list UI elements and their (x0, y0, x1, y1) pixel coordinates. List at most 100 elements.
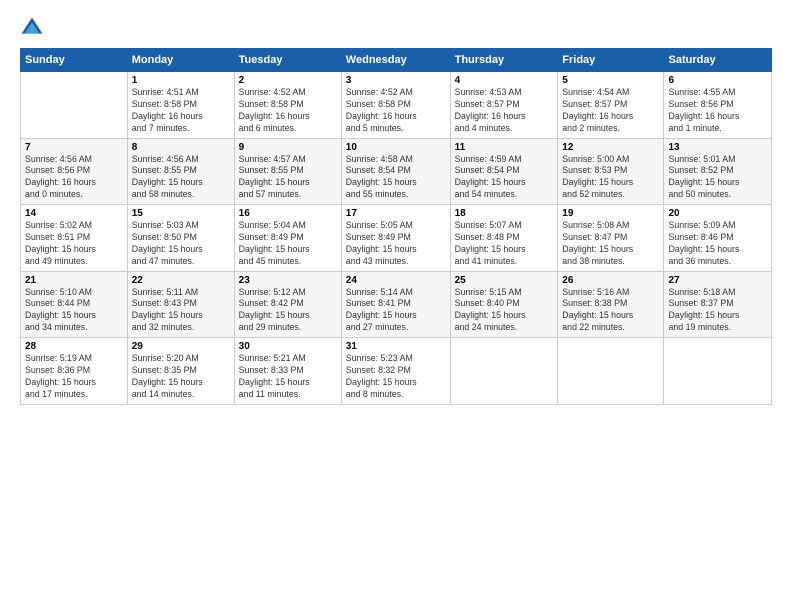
day-number: 21 (25, 275, 123, 286)
header-wednesday: Wednesday (341, 49, 450, 72)
day-number: 20 (668, 208, 767, 219)
day-number: 2 (239, 75, 337, 86)
day-cell: 20Sunrise: 5:09 AM Sunset: 8:46 PM Dayli… (664, 205, 772, 272)
day-info: Sunrise: 5:21 AM Sunset: 8:33 PM Dayligh… (239, 353, 337, 401)
day-number: 4 (455, 75, 554, 86)
day-cell: 12Sunrise: 5:00 AM Sunset: 8:53 PM Dayli… (558, 138, 664, 205)
day-number: 30 (239, 341, 337, 352)
logo-icon (20, 16, 44, 40)
day-info: Sunrise: 4:56 AM Sunset: 8:56 PM Dayligh… (25, 154, 123, 202)
week-row-2: 7Sunrise: 4:56 AM Sunset: 8:56 PM Daylig… (21, 138, 772, 205)
day-number: 5 (562, 75, 659, 86)
header-row: SundayMondayTuesdayWednesdayThursdayFrid… (21, 49, 772, 72)
day-cell: 14Sunrise: 5:02 AM Sunset: 8:51 PM Dayli… (21, 205, 128, 272)
day-number: 22 (132, 275, 230, 286)
day-info: Sunrise: 5:10 AM Sunset: 8:44 PM Dayligh… (25, 287, 123, 335)
day-info: Sunrise: 5:08 AM Sunset: 8:47 PM Dayligh… (562, 220, 659, 268)
day-number: 13 (668, 142, 767, 153)
day-info: Sunrise: 4:54 AM Sunset: 8:57 PM Dayligh… (562, 87, 659, 135)
day-number: 3 (346, 75, 446, 86)
day-cell: 18Sunrise: 5:07 AM Sunset: 8:48 PM Dayli… (450, 205, 558, 272)
header-sunday: Sunday (21, 49, 128, 72)
day-cell (558, 338, 664, 405)
day-info: Sunrise: 4:52 AM Sunset: 8:58 PM Dayligh… (346, 87, 446, 135)
day-info: Sunrise: 4:58 AM Sunset: 8:54 PM Dayligh… (346, 154, 446, 202)
day-cell: 4Sunrise: 4:53 AM Sunset: 8:57 PM Daylig… (450, 72, 558, 139)
week-row-1: 1Sunrise: 4:51 AM Sunset: 8:58 PM Daylig… (21, 72, 772, 139)
day-number: 8 (132, 142, 230, 153)
day-number: 7 (25, 142, 123, 153)
day-info: Sunrise: 4:59 AM Sunset: 8:54 PM Dayligh… (455, 154, 554, 202)
day-number: 10 (346, 142, 446, 153)
header-friday: Friday (558, 49, 664, 72)
day-info: Sunrise: 5:23 AM Sunset: 8:32 PM Dayligh… (346, 353, 446, 401)
day-cell: 2Sunrise: 4:52 AM Sunset: 8:58 PM Daylig… (234, 72, 341, 139)
day-cell (664, 338, 772, 405)
day-cell: 23Sunrise: 5:12 AM Sunset: 8:42 PM Dayli… (234, 271, 341, 338)
day-info: Sunrise: 4:52 AM Sunset: 8:58 PM Dayligh… (239, 87, 337, 135)
day-cell: 28Sunrise: 5:19 AM Sunset: 8:36 PM Dayli… (21, 338, 128, 405)
day-cell: 3Sunrise: 4:52 AM Sunset: 8:58 PM Daylig… (341, 72, 450, 139)
day-number: 6 (668, 75, 767, 86)
day-info: Sunrise: 4:57 AM Sunset: 8:55 PM Dayligh… (239, 154, 337, 202)
day-cell: 1Sunrise: 4:51 AM Sunset: 8:58 PM Daylig… (127, 72, 234, 139)
header-thursday: Thursday (450, 49, 558, 72)
day-number: 26 (562, 275, 659, 286)
week-row-5: 28Sunrise: 5:19 AM Sunset: 8:36 PM Dayli… (21, 338, 772, 405)
day-cell: 15Sunrise: 5:03 AM Sunset: 8:50 PM Dayli… (127, 205, 234, 272)
day-info: Sunrise: 5:11 AM Sunset: 8:43 PM Dayligh… (132, 287, 230, 335)
day-number: 24 (346, 275, 446, 286)
day-number: 14 (25, 208, 123, 219)
day-cell: 7Sunrise: 4:56 AM Sunset: 8:56 PM Daylig… (21, 138, 128, 205)
day-number: 11 (455, 142, 554, 153)
day-number: 18 (455, 208, 554, 219)
day-number: 28 (25, 341, 123, 352)
header-monday: Monday (127, 49, 234, 72)
week-row-4: 21Sunrise: 5:10 AM Sunset: 8:44 PM Dayli… (21, 271, 772, 338)
day-info: Sunrise: 5:07 AM Sunset: 8:48 PM Dayligh… (455, 220, 554, 268)
day-info: Sunrise: 5:09 AM Sunset: 8:46 PM Dayligh… (668, 220, 767, 268)
day-info: Sunrise: 5:00 AM Sunset: 8:53 PM Dayligh… (562, 154, 659, 202)
day-cell: 11Sunrise: 4:59 AM Sunset: 8:54 PM Dayli… (450, 138, 558, 205)
day-number: 29 (132, 341, 230, 352)
day-number: 1 (132, 75, 230, 86)
day-info: Sunrise: 5:02 AM Sunset: 8:51 PM Dayligh… (25, 220, 123, 268)
day-info: Sunrise: 5:15 AM Sunset: 8:40 PM Dayligh… (455, 287, 554, 335)
day-cell: 13Sunrise: 5:01 AM Sunset: 8:52 PM Dayli… (664, 138, 772, 205)
header-tuesday: Tuesday (234, 49, 341, 72)
day-cell: 22Sunrise: 5:11 AM Sunset: 8:43 PM Dayli… (127, 271, 234, 338)
day-number: 12 (562, 142, 659, 153)
day-info: Sunrise: 4:55 AM Sunset: 8:56 PM Dayligh… (668, 87, 767, 135)
day-number: 31 (346, 341, 446, 352)
day-cell: 6Sunrise: 4:55 AM Sunset: 8:56 PM Daylig… (664, 72, 772, 139)
calendar-page: SundayMondayTuesdayWednesdayThursdayFrid… (0, 0, 792, 612)
day-info: Sunrise: 4:56 AM Sunset: 8:55 PM Dayligh… (132, 154, 230, 202)
day-info: Sunrise: 5:20 AM Sunset: 8:35 PM Dayligh… (132, 353, 230, 401)
day-info: Sunrise: 4:51 AM Sunset: 8:58 PM Dayligh… (132, 87, 230, 135)
day-number: 15 (132, 208, 230, 219)
header (20, 16, 772, 40)
day-number: 27 (668, 275, 767, 286)
day-info: Sunrise: 5:18 AM Sunset: 8:37 PM Dayligh… (668, 287, 767, 335)
day-number: 9 (239, 142, 337, 153)
day-info: Sunrise: 5:14 AM Sunset: 8:41 PM Dayligh… (346, 287, 446, 335)
day-number: 17 (346, 208, 446, 219)
logo (20, 16, 48, 40)
day-number: 19 (562, 208, 659, 219)
day-cell: 17Sunrise: 5:05 AM Sunset: 8:49 PM Dayli… (341, 205, 450, 272)
day-info: Sunrise: 5:12 AM Sunset: 8:42 PM Dayligh… (239, 287, 337, 335)
day-number: 16 (239, 208, 337, 219)
day-info: Sunrise: 5:03 AM Sunset: 8:50 PM Dayligh… (132, 220, 230, 268)
day-cell: 26Sunrise: 5:16 AM Sunset: 8:38 PM Dayli… (558, 271, 664, 338)
day-cell: 24Sunrise: 5:14 AM Sunset: 8:41 PM Dayli… (341, 271, 450, 338)
day-cell: 31Sunrise: 5:23 AM Sunset: 8:32 PM Dayli… (341, 338, 450, 405)
day-cell: 27Sunrise: 5:18 AM Sunset: 8:37 PM Dayli… (664, 271, 772, 338)
day-cell: 25Sunrise: 5:15 AM Sunset: 8:40 PM Dayli… (450, 271, 558, 338)
day-cell: 29Sunrise: 5:20 AM Sunset: 8:35 PM Dayli… (127, 338, 234, 405)
day-info: Sunrise: 5:19 AM Sunset: 8:36 PM Dayligh… (25, 353, 123, 401)
day-number: 23 (239, 275, 337, 286)
day-cell: 8Sunrise: 4:56 AM Sunset: 8:55 PM Daylig… (127, 138, 234, 205)
header-saturday: Saturday (664, 49, 772, 72)
day-cell: 21Sunrise: 5:10 AM Sunset: 8:44 PM Dayli… (21, 271, 128, 338)
day-info: Sunrise: 5:05 AM Sunset: 8:49 PM Dayligh… (346, 220, 446, 268)
